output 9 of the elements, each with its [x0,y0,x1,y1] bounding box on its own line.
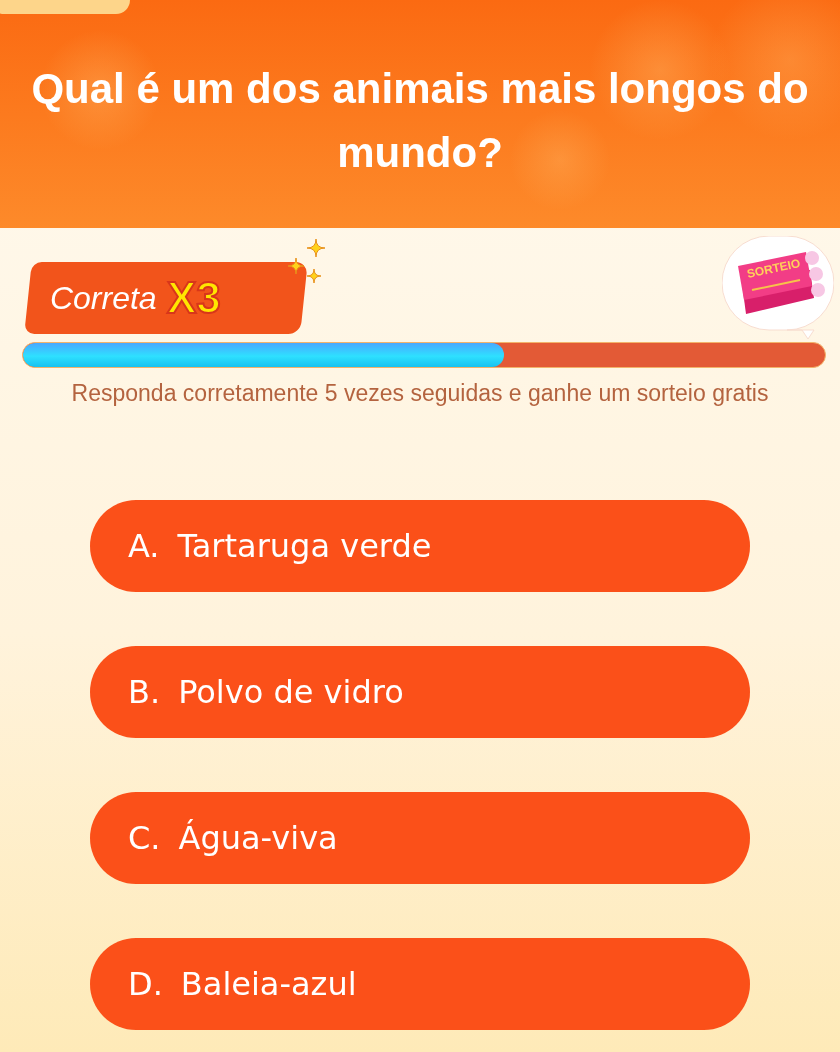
question-text: Qual é um dos animais mais longos do mundo? [30,64,810,178]
hint-text: Responda corretamente 5 vezes seguidas e ganhe um sorteio gratis [70,380,770,407]
streak-label: Correta [50,279,157,317]
answer-option[interactable]: D. Baleia-azul [90,938,750,1030]
answer-option[interactable]: A. Tartaruga verde [90,500,750,592]
ticket-label: SORTEIO [745,256,802,281]
answer-option[interactable]: B. Polvo de vidro [90,646,750,738]
streak-multiplier: X3 [166,273,221,323]
answer-option[interactable]: C. Água-viva [90,792,750,884]
